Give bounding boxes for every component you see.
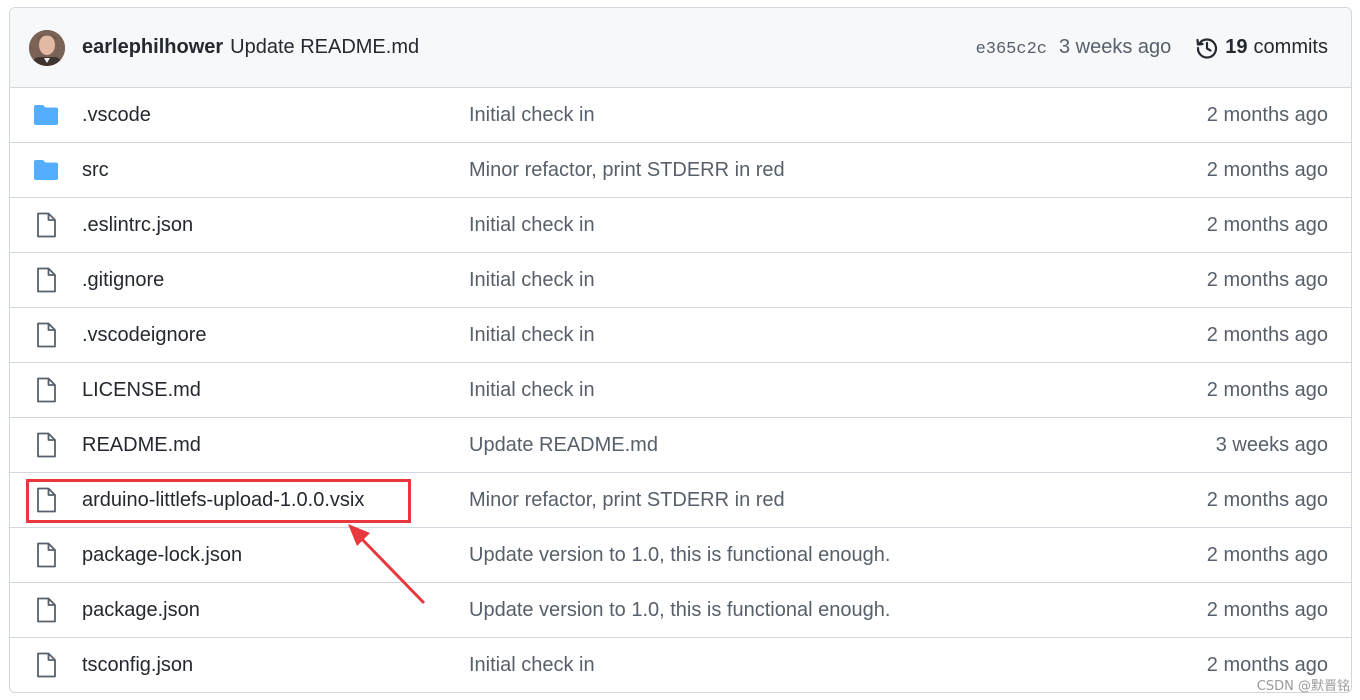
file-browser: earlephilhower Update README.md e365c2c … xyxy=(9,7,1352,693)
file-commit-message-link[interactable]: Update version to 1.0, this is functiona… xyxy=(469,544,1207,567)
file-name-link[interactable]: .gitignore xyxy=(82,269,469,292)
file-row[interactable]: package.json Update version to 1.0, this … xyxy=(10,582,1351,637)
file-commit-message-link[interactable]: Initial check in xyxy=(469,379,1207,402)
commit-message[interactable]: Update README.md xyxy=(230,36,419,59)
file-name-link[interactable]: tsconfig.json xyxy=(82,654,469,677)
file-commit-message-link[interactable]: Minor refactor, print STDERR in red xyxy=(469,159,1207,182)
file-icon xyxy=(33,432,59,458)
file-row[interactable]: arduino-littlefs-upload-1.0.0.vsix Minor … xyxy=(10,472,1351,527)
commit-sha[interactable]: e365c2c xyxy=(976,37,1047,59)
file-commit-message-link[interactable]: Initial check in xyxy=(469,104,1207,127)
file-commit-age: 2 months ago xyxy=(1206,378,1328,401)
file-icon xyxy=(33,487,59,513)
file-name-link[interactable]: arduino-littlefs-upload-1.0.0.vsix xyxy=(82,489,469,512)
file-row[interactable]: LICENSE.md Initial check in 2 months ago xyxy=(10,362,1351,417)
file-icon xyxy=(33,652,59,678)
file-commit-age: 2 months ago xyxy=(1206,653,1328,676)
file-list: .vscode Initial check in 2 months ago src Mi… xyxy=(10,88,1351,692)
folder-icon xyxy=(33,102,59,128)
file-row[interactable]: package-lock.json Update version to 1.0, … xyxy=(10,527,1351,582)
file-icon xyxy=(33,597,59,623)
watermark: CSDN @默晋铭 xyxy=(1256,679,1350,694)
file-commit-message-link[interactable]: Minor refactor, print STDERR in red xyxy=(469,489,1207,512)
commit-count: 19 xyxy=(1225,36,1248,58)
file-commit-message-link[interactable]: Update README.md xyxy=(469,434,1216,457)
latest-commit-bar: earlephilhower Update README.md e365c2c … xyxy=(10,8,1351,88)
file-row[interactable]: src Minor refactor, print STDERR in red 2 … xyxy=(10,142,1351,197)
history-icon xyxy=(1196,37,1218,59)
file-row[interactable]: .gitignore Initial check in 2 months ago xyxy=(10,252,1351,307)
avatar[interactable] xyxy=(29,29,65,66)
file-name-link[interactable]: README.md xyxy=(82,434,469,457)
file-row[interactable]: .vscode Initial check in 2 months ago xyxy=(10,88,1351,142)
file-name-link[interactable]: .vscodeignore xyxy=(82,324,469,347)
file-icon xyxy=(33,267,59,293)
file-commit-age: 2 months ago xyxy=(1206,323,1328,346)
file-commit-age: 2 months ago xyxy=(1206,158,1328,181)
file-commit-message-link[interactable]: Update version to 1.0, this is functiona… xyxy=(469,599,1207,622)
file-commit-age: 2 months ago xyxy=(1206,543,1328,566)
file-name-link[interactable]: package.json xyxy=(82,599,469,622)
file-name-link[interactable]: package-lock.json xyxy=(82,544,469,567)
commit-history-link[interactable]: 19 commits xyxy=(1195,36,1328,60)
file-row[interactable]: .vscodeignore Initial check in 2 months ag… xyxy=(10,307,1351,362)
file-commit-age: 2 months ago xyxy=(1206,598,1328,621)
file-name-link[interactable]: LICENSE.md xyxy=(82,379,469,402)
commit-author[interactable]: earlephilhower xyxy=(82,36,223,59)
commits-label: commits xyxy=(1253,36,1328,58)
file-commit-age: 2 months ago xyxy=(1206,488,1328,511)
file-commit-age: 2 months ago xyxy=(1206,213,1328,236)
file-icon xyxy=(33,212,59,238)
file-commit-message-link[interactable]: Initial check in xyxy=(469,214,1207,237)
folder-icon xyxy=(33,157,59,183)
file-commit-age: 3 weeks ago xyxy=(1215,433,1328,456)
file-commit-age: 2 months ago xyxy=(1206,103,1328,126)
file-name-link[interactable]: src xyxy=(82,159,469,182)
file-row[interactable]: tsconfig.json Initial check in 2 months ag… xyxy=(10,637,1351,692)
file-commit-message-link[interactable]: Initial check in xyxy=(469,269,1207,292)
file-icon xyxy=(33,377,59,403)
file-icon xyxy=(33,542,59,568)
file-commit-age: 2 months ago xyxy=(1206,268,1328,291)
file-name-link[interactable]: .eslintrc.json xyxy=(82,214,469,237)
file-row[interactable]: .eslintrc.json Initial check in 2 months a… xyxy=(10,197,1351,252)
file-row[interactable]: README.md Update README.md 3 weeks ago xyxy=(10,417,1351,472)
commit-age: 3 weeks ago xyxy=(1059,36,1172,58)
file-name-link[interactable]: .vscode xyxy=(82,104,469,127)
file-icon xyxy=(33,322,59,348)
file-commit-message-link[interactable]: Initial check in xyxy=(469,324,1207,347)
file-commit-message-link[interactable]: Initial check in xyxy=(469,654,1207,677)
